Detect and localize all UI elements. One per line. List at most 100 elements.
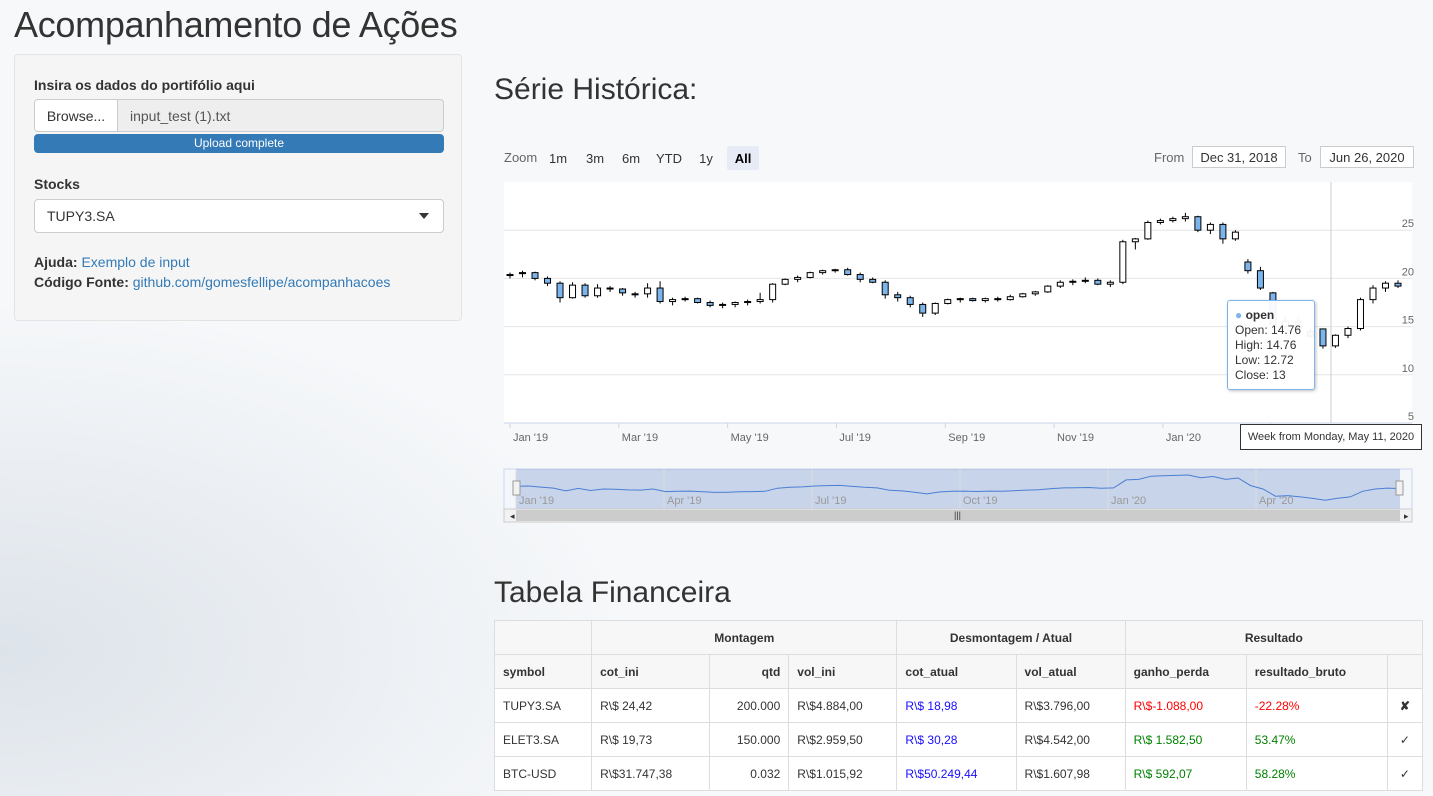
col-header-cot-ini[interactable]: cot_ini (591, 654, 711, 689)
col-header-qtd[interactable]: qtd (709, 654, 790, 689)
file-name-field: input_test (1).txt (118, 99, 444, 132)
stocks-select[interactable]: TUPY3.SA (34, 199, 444, 233)
candle-body (1106, 281, 1114, 285)
zoom-1m-button[interactable]: 1m (546, 146, 570, 170)
scrollbar-track[interactable] (503, 508, 1413, 523)
zoom-1y-button[interactable]: 1y (694, 146, 718, 170)
candle-body (769, 283, 777, 301)
to-date-input[interactable]: Jun 26, 2020 (1320, 146, 1414, 168)
y-tick-label: 15 (1402, 315, 1414, 327)
candle-body (1094, 279, 1102, 285)
scrollbar-grip-icon: ||| (954, 510, 961, 520)
col-header-vol-ini[interactable]: vol_ini (788, 654, 898, 689)
candle-body (1156, 220, 1164, 223)
col-header-resultado-bruto[interactable]: resultado_bruto (1245, 654, 1388, 689)
table-row: TUPY3.SA R\$ 24,42 200.000 R\$4.884,00 R… (493, 688, 1424, 723)
candle-body (694, 298, 702, 303)
candle-body (969, 298, 977, 302)
x-tick-label: May '19 (731, 432, 769, 444)
x-tick-label: Jul '19 (839, 432, 870, 444)
cell-cot-atual: R\$ 30,28 (896, 722, 1017, 757)
cell-resultado-bruto: -22.28% (1245, 688, 1388, 723)
cell-cot-ini: R\$ 19,73 (591, 722, 711, 757)
candle-body (1044, 285, 1052, 293)
help-line: Ajuda: Exemplo de input (34, 254, 190, 270)
source-label: Código Fonte: (34, 274, 129, 290)
page-title: Acompanhamento de Ações (14, 4, 458, 45)
candle-body (631, 293, 639, 296)
upload-progress-bar: Upload complete (34, 134, 444, 153)
candle-body (731, 302, 739, 305)
browse-button[interactable]: Browse... (34, 99, 118, 132)
candle-body (881, 281, 889, 296)
col-header-ganho-perda[interactable]: ganho_perda (1124, 654, 1247, 689)
col-header-cot-atual[interactable]: cot_atual (896, 654, 1017, 689)
candle-body (706, 302, 714, 306)
cell-ganho-perda: R\$ 1.582,50 (1124, 722, 1247, 757)
col-header-symbol[interactable]: symbol (493, 654, 593, 689)
candle-body (994, 298, 1002, 301)
candle-body (1119, 241, 1127, 283)
stocks-select-value: TUPY3.SA (47, 208, 115, 224)
source-link[interactable]: github.com/gomesfellipe/acompanhacoes (133, 274, 391, 290)
candle-body (806, 272, 814, 278)
help-label: Ajuda: (34, 254, 78, 270)
cell-cot-ini: R\$31.747,38 (591, 756, 711, 791)
check-icon: ✓ (1386, 756, 1424, 791)
zoom-ytd-button[interactable]: YTD (653, 146, 685, 170)
candle-body (794, 276, 802, 280)
scrollbar-thumb[interactable] (516, 510, 1400, 521)
to-label: To (1298, 150, 1312, 165)
cell-vol-atual: R\$1.607,98 (1015, 756, 1126, 791)
x-tick-label: Jan '19 (513, 432, 548, 444)
cell-vol-atual: R\$4.542,00 (1015, 722, 1126, 757)
candle-body (1181, 216, 1189, 220)
cell-vol-ini: R\$1.015,92 (788, 756, 898, 791)
navigator-series (515, 474, 1401, 501)
navigator-left-handle[interactable] (512, 480, 521, 496)
group-header-resultado: Resultado (1124, 620, 1424, 655)
table-row: BTC-USD R\$31.747,38 0.032 R\$1.015,92 R… (493, 756, 1424, 791)
candle-body (744, 301, 752, 304)
chevron-down-icon (419, 213, 429, 219)
navigator-background (503, 468, 1413, 510)
table-row: ELET3.SA R\$ 19,73 150.000 R\$2.959,50 R… (493, 722, 1424, 757)
zoom-all-button[interactable]: All (727, 146, 759, 170)
candle-body (1169, 218, 1177, 222)
candle-body (506, 274, 514, 277)
candle-body (856, 274, 864, 280)
candle-body (719, 303, 727, 306)
y-tick-label: 25 (1402, 218, 1414, 230)
col-header-vol-atual[interactable]: vol_atual (1015, 654, 1126, 689)
candle-body (619, 288, 627, 294)
financial-table: Montagem Desmontagem / Atual Resultado s… (493, 620, 1424, 791)
help-link[interactable]: Exemplo de input (81, 254, 189, 270)
candle-body (944, 299, 952, 304)
cell-resultado-bruto: 58.28% (1245, 756, 1388, 791)
cell-resultado-bruto: 53.47% (1245, 722, 1388, 757)
zoom-6m-button[interactable]: 6m (618, 146, 644, 170)
zoom-3m-button[interactable]: 3m (582, 146, 608, 170)
candle-body (1019, 293, 1027, 298)
from-date-input[interactable]: Dec 31, 2018 (1192, 146, 1286, 168)
col-header-mark (1386, 654, 1424, 689)
cell-cot-atual: R\$50.249,44 (896, 756, 1017, 791)
scroll-left-arrow[interactable]: ◂ (510, 511, 515, 521)
tooltip-low: Low: 12.72 (1235, 353, 1294, 367)
file-input-group: Browse... input_test (1).txt (34, 99, 444, 132)
candle-body (1131, 238, 1139, 243)
candle-body (894, 294, 902, 299)
candle-body (656, 287, 664, 303)
navigator: Jan '19 Apr '19 Jul '19 Oct '19 Jan '20 Apr '… (503, 468, 1413, 523)
candle-body (531, 272, 539, 279)
navigator-right-handle[interactable] (1395, 480, 1404, 496)
candle-body (1394, 282, 1402, 287)
candle-body (1206, 223, 1214, 231)
candle-body (1356, 299, 1364, 330)
group-header-montagem: Montagem (591, 620, 898, 655)
cell-cot-ini: R\$ 24,42 (591, 688, 711, 723)
tooltip-high: High: 14.76 (1235, 338, 1297, 352)
group-header-desmontagem: Desmontagem / Atual (896, 620, 1126, 655)
scroll-right-arrow[interactable]: ▸ (1404, 511, 1409, 521)
candle-body (1231, 231, 1239, 240)
